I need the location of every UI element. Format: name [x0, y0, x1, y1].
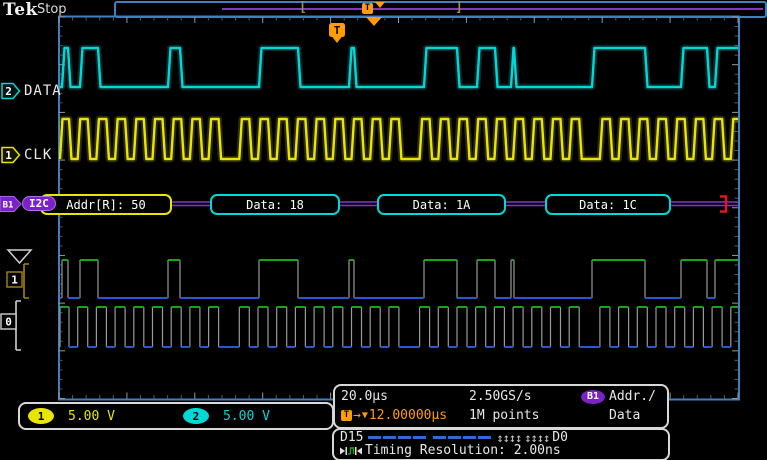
trigger-t-small-icon: T	[341, 410, 352, 421]
trigger-position-triangle-icon	[366, 17, 382, 26]
timing-resolution: Timing Resolution: 2.00ns	[365, 443, 561, 458]
sample-rate: 2.50GS/s	[469, 389, 581, 404]
oscilloscope-screen: Tek Stop [ ] T T 2 1	[0, 0, 767, 460]
d1-marker: 1	[7, 264, 29, 298]
i2c-stop-bracket	[720, 197, 726, 212]
bus-protocol-badge: I2C	[22, 196, 56, 211]
digital-readout: D15 ↕↕↕↕ ↕↕↕↕ D0 Timing Resolution: 2.00…	[332, 428, 670, 460]
timebase: 20.0µs	[341, 389, 469, 404]
ch1-label: CLK	[24, 147, 52, 163]
bus-addr-box: Addr[R]: 50	[40, 194, 172, 215]
ch1-marker: 1	[2, 148, 20, 163]
d0-marker: 0	[1, 301, 21, 350]
svg-text:0: 0	[5, 316, 12, 329]
svg-text:1: 1	[5, 149, 12, 162]
ch2-scale: 5.00 V	[223, 409, 270, 424]
trigger-delay-readout: T → ▼ 12.00000µs	[341, 408, 469, 423]
d3-d0-activity-icon: ↕↕↕↕	[524, 432, 549, 444]
trigger-triangle-icon: ▼	[362, 410, 368, 421]
bus-name-line1: B1 Addr./	[581, 389, 663, 404]
ch2-data-trace-glow	[60, 48, 740, 87]
svg-text:1: 1	[11, 274, 18, 287]
svg-text:B1: B1	[3, 201, 14, 211]
channel-scale-readout: 1 5.00 V 2 5.00 V	[18, 402, 334, 430]
d15-label: D15	[340, 430, 363, 445]
record-length: 1M points	[469, 408, 581, 423]
d7-d4-activity-icon: ↕↕↕↕	[496, 432, 521, 444]
bus-name-line2: Data	[581, 408, 663, 423]
svg-text:2: 2	[5, 85, 12, 98]
d1-trace-edges	[62, 260, 715, 298]
bus-data-box: Data: 1A	[377, 194, 506, 215]
trigger-arrow-icon: →	[353, 408, 361, 423]
ch2-badge: 2	[183, 408, 209, 424]
ch2-data-trace	[60, 48, 740, 87]
ch1-badge: 1	[28, 408, 54, 424]
ch1-scale: 5.00 V	[68, 409, 115, 424]
d15-d12-low-indicator	[368, 436, 426, 439]
bus-data-box: Data: 18	[210, 194, 340, 215]
timing-resolution-icon	[340, 445, 362, 457]
bus-b1-marker: B1	[0, 197, 21, 212]
svg-text:T: T	[334, 24, 341, 37]
ch2-label: DATA	[24, 83, 62, 99]
trigger-t-icon: T	[329, 23, 345, 43]
trigger-delay-value: 12.00000µs	[369, 408, 447, 423]
ch2-marker: 2	[2, 84, 20, 99]
d11-d8-low-indicator	[433, 436, 491, 439]
digital-group-triangle-icon	[8, 250, 31, 263]
horizontal-readout: 20.0µs 2.50GS/s B1 Addr./ T → ▼ 12.00000…	[333, 384, 669, 429]
bus-data-box: Data: 1C	[545, 194, 671, 215]
d0-trace-edges	[60, 307, 731, 347]
b1-badge: B1	[581, 390, 605, 404]
